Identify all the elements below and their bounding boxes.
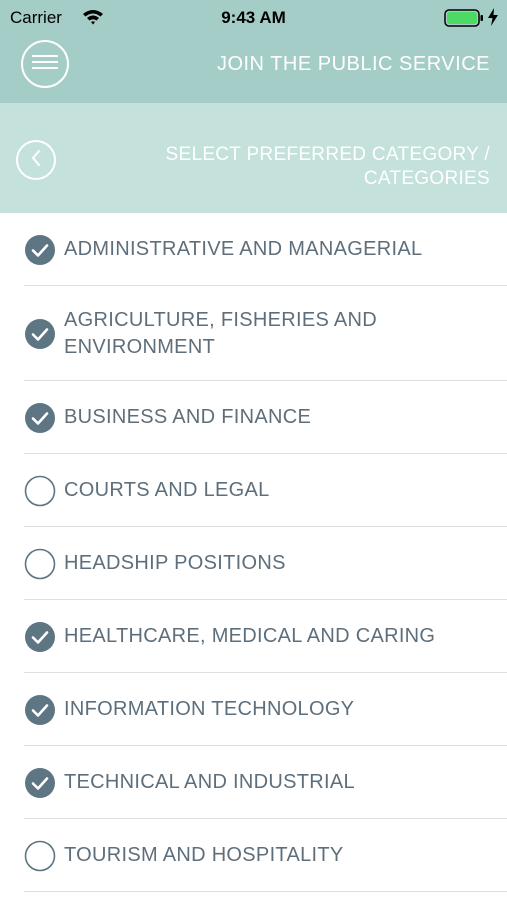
category-item[interactable]: HEALTHCARE, MEDICAL AND CARING [0, 600, 507, 673]
category-list: ADMINISTRATIVE AND MANAGERIAL AGRICULTUR… [0, 213, 507, 892]
category-label: HEALTHCARE, MEDICAL AND CARING [64, 625, 436, 647]
checkbox-unchecked-icon[interactable] [24, 840, 56, 872]
checkbox-checked-icon[interactable] [24, 767, 56, 799]
category-label: TECHNICAL AND INDUSTRIAL [64, 771, 355, 793]
category-subheader: SELECT PREFERRED CATEGORY / CATEGORIES [0, 103, 507, 213]
section-title: SELECT PREFERRED CATEGORY / CATEGORIES [165, 144, 490, 189]
category-item[interactable]: TOURISM AND HOSPITALITY [0, 819, 507, 892]
app-header: JOIN THE PUBLIC SERVICE [0, 34, 507, 103]
category-item[interactable]: BUSINESS AND FINANCE [0, 381, 507, 454]
checkbox-checked-icon[interactable] [24, 402, 56, 434]
category-item[interactable]: TECHNICAL AND INDUSTRIAL [0, 746, 507, 819]
category-item[interactable]: ADMINISTRATIVE AND MANAGERIAL [0, 213, 507, 286]
battery-icon [444, 9, 484, 32]
category-label: TOURISM AND HOSPITALITY [64, 844, 344, 866]
category-item[interactable]: HEADSHIP POSITIONS [0, 527, 507, 600]
charging-icon [488, 8, 498, 31]
status-bar: Carrier 9:43 AM [0, 0, 507, 34]
chevron-left-icon [30, 149, 42, 172]
category-label: AGRICULTURE, FISHERIES AND ENVIRONMENT [64, 308, 378, 358]
category-label: HEADSHIP POSITIONS [64, 552, 286, 574]
status-time: 9:43 AM [221, 8, 286, 27]
category-label: BUSINESS AND FINANCE [64, 406, 312, 428]
hamburger-icon [32, 54, 58, 74]
checkbox-checked-icon[interactable] [24, 234, 56, 266]
checkbox-unchecked-icon[interactable] [24, 475, 56, 507]
category-label: INFORMATION TECHNOLOGY [64, 698, 355, 720]
checkbox-checked-icon[interactable] [24, 318, 56, 350]
category-item[interactable]: COURTS AND LEGAL [0, 454, 507, 527]
category-label: COURTS AND LEGAL [64, 479, 270, 501]
page-title: JOIN THE PUBLIC SERVICE [216, 53, 490, 75]
category-item[interactable]: INFORMATION TECHNOLOGY [0, 673, 507, 746]
checkbox-checked-icon[interactable] [24, 694, 56, 726]
menu-button[interactable] [21, 40, 69, 88]
category-label: ADMINISTRATIVE AND MANAGERIAL [64, 238, 423, 260]
checkbox-unchecked-icon[interactable] [24, 548, 56, 580]
category-item[interactable]: AGRICULTURE, FISHERIES AND ENVIRONMENT [0, 286, 507, 381]
checkbox-checked-icon[interactable] [24, 621, 56, 653]
back-button[interactable] [16, 140, 56, 180]
